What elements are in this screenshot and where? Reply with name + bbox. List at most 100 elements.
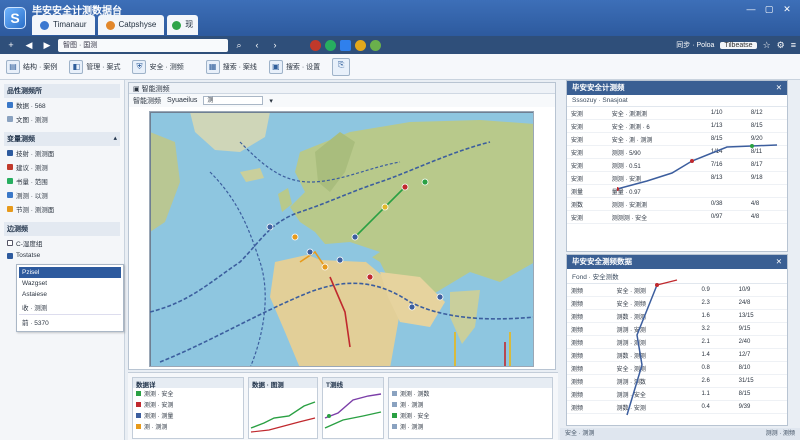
list-item[interactable]: 测 · 测测: [389, 421, 552, 432]
bottom-panels: 数据详 测测 · 安全 测测 · 安测 测测 · 测量 测 · 测测 数据 · …: [128, 372, 558, 440]
map-marker[interactable]: [401, 183, 409, 191]
trend-line-overlay: [626, 279, 678, 416]
maximize-icon[interactable]: ▢: [762, 4, 776, 15]
map-marker[interactable]: [306, 248, 314, 256]
list-item[interactable]: 测测 · 安全: [389, 410, 552, 421]
bookmark-icon[interactable]: ☆: [763, 40, 771, 51]
layers-icon: ▦: [205, 59, 220, 74]
list-item[interactable]: 测测 · 安全: [133, 388, 243, 399]
minimize-icon[interactable]: —: [744, 4, 758, 15]
list-item[interactable]: 测 · 测测: [389, 399, 552, 410]
bottom-widget-details: 数据详 测测 · 安全 测测 · 安测 测测 · 测量 测 · 测测: [132, 377, 244, 439]
document-icon: ▤: [6, 59, 20, 74]
profile-label[interactable]: Tilbeatse: [720, 41, 757, 49]
check-icon: [7, 178, 13, 184]
list-item[interactable]: 测测 · 测量: [133, 410, 243, 421]
map-marker[interactable]: [381, 203, 389, 211]
left-sidebar: 品性测频所 数据 · 568 文图 · 测测 变量测频 ▴ 技射 · 测测面 建…: [0, 80, 125, 440]
table-row[interactable]: 安测 安全 · 测测测 1/10 8/12: [567, 107, 787, 120]
forward-icon[interactable]: ▶: [40, 38, 54, 52]
menu-item[interactable]: 前 · 5370: [19, 314, 121, 329]
status-icon: [136, 424, 141, 429]
table-row[interactable]: 测数 测测 · 安测测 0/38 4/8: [567, 197, 787, 211]
folder-icon[interactable]: [340, 39, 351, 51]
list-item[interactable]: 测测 · 测数: [389, 388, 552, 399]
status-right: 测测 · 测频: [765, 431, 795, 437]
tab-favicon-icon: [172, 20, 182, 30]
map-svg[interactable]: [150, 112, 534, 367]
map-marker[interactable]: [366, 273, 374, 281]
sidebar-section-2: 变量测频 ▴ 技射 · 测测面 建议 · 测测 书量 · 范围 测测 · 以测 …: [4, 132, 120, 216]
sidebar-item[interactable]: 文图 · 测测: [4, 112, 120, 126]
bottom-widget-chart-b: T测线: [322, 377, 384, 439]
checkbox-icon[interactable]: [7, 240, 13, 246]
map-marker[interactable]: [291, 233, 299, 241]
menu-icon[interactable]: ≡: [791, 40, 796, 50]
sidebar-item[interactable]: Tostatse: [4, 250, 120, 261]
ribbon-button-structure[interactable]: ▤ 结构 · 案例: [6, 59, 57, 74]
mini-chart: [324, 393, 382, 429]
tab-strip: Timanaur Catpshyse 现: [32, 15, 199, 35]
tab-catpshyse[interactable]: Catpshyse: [97, 15, 165, 35]
close-icon[interactable]: ✕: [780, 4, 794, 15]
map-marker[interactable]: [436, 293, 444, 301]
app-logo-icon: S: [4, 7, 26, 29]
chevron-left-icon[interactable]: ‹: [250, 38, 264, 52]
map-marker[interactable]: [421, 178, 429, 186]
ribbon-button-safety[interactable]: ⛨ 安全 · 测频: [132, 59, 184, 74]
trend-line-overlay: [617, 144, 777, 191]
menu-item[interactable]: Wazgset: [19, 278, 121, 289]
list-item[interactable]: 测 · 测测: [133, 421, 243, 432]
extension-green-icon[interactable]: [325, 39, 336, 51]
map-marker[interactable]: [336, 256, 344, 264]
map-toolbar-label[interactable]: 智能测频: [133, 96, 161, 106]
chevron-down-icon[interactable]: ▾: [269, 97, 273, 105]
ribbon-button-settings[interactable]: ▣ 搜索 · 设置: [268, 59, 320, 74]
gear-icon[interactable]: ⚙: [777, 40, 785, 51]
menu-item[interactable]: Astaiese: [19, 289, 121, 300]
table-row[interactable]: 安测 安全 · 测测 · 6 1/13 8/15: [567, 119, 787, 133]
back-icon[interactable]: ◀: [22, 38, 36, 52]
table-row[interactable]: 安测 测测测 · 安全 0/97 4/8: [567, 210, 787, 224]
sidebar-item[interactable]: 建议 · 测测: [4, 160, 120, 174]
sidebar-item[interactable]: 测测 · 以测: [4, 188, 120, 202]
url-input[interactable]: 智图 · 国测: [58, 38, 228, 52]
map-marker[interactable]: [408, 303, 416, 311]
map-marker[interactable]: [321, 263, 329, 271]
window-controls: — ▢ ✕: [744, 4, 794, 15]
sidebar-item[interactable]: 技射 · 测测面: [4, 146, 120, 160]
sidebar-item[interactable]: 节测 · 测测面: [4, 202, 120, 216]
map-marker[interactable]: [266, 223, 274, 231]
extension-red-icon[interactable]: [310, 39, 321, 51]
tab-timanaur[interactable]: Timanaur: [32, 15, 95, 35]
add-icon[interactable]: +: [4, 38, 18, 52]
map-search-input[interactable]: 测: [203, 96, 264, 105]
search-icon[interactable]: ⌕: [232, 38, 246, 52]
status-icon: [392, 413, 397, 418]
menu-item[interactable]: 收 · 测测: [19, 300, 121, 314]
extension-lime-icon[interactable]: [370, 39, 381, 51]
layer-icon: [7, 150, 13, 156]
map-icon: [7, 116, 13, 122]
map-icon: ▣: [133, 86, 140, 93]
menu-item[interactable]: Pzisel: [19, 267, 121, 278]
ribbon-button-export[interactable]: ⎘: [332, 57, 351, 76]
sync-label[interactable]: 同步 · Poloa: [676, 40, 714, 50]
collapse-icon[interactable]: ▴: [113, 134, 117, 144]
right-panel-top: 毕安安全计测频 ✕ Sssozuy · Snasjoat 安测 安全 · 测测测 1…: [566, 80, 788, 252]
sidebar-item[interactable]: C-湿度组: [4, 236, 120, 250]
close-icon[interactable]: ✕: [776, 81, 782, 95]
tab-third[interactable]: 现: [167, 15, 199, 35]
extension-yellow-icon[interactable]: [355, 39, 366, 51]
ribbon-button-manage[interactable]: ◧ 管理 · 案式: [69, 59, 120, 74]
sidebar-item[interactable]: 书量 · 范围: [4, 174, 120, 188]
map-marker[interactable]: [351, 233, 359, 241]
ribbon-button-search-line[interactable]: ▦ 搜索 · 案线: [205, 59, 257, 74]
title-bar: S 毕安安全计测数据台 Timanaur Catpshyse 现 — ▢ ✕: [0, 0, 800, 36]
close-icon[interactable]: ✕: [776, 255, 782, 269]
map-toolbar-extra[interactable]: Syuaeilus: [167, 97, 197, 104]
chevron-right-icon[interactable]: ›: [268, 38, 282, 52]
sidebar-item[interactable]: 数据 · 568: [4, 98, 120, 112]
map-canvas[interactable]: [149, 111, 534, 367]
list-item[interactable]: 测测 · 安测: [133, 399, 243, 410]
